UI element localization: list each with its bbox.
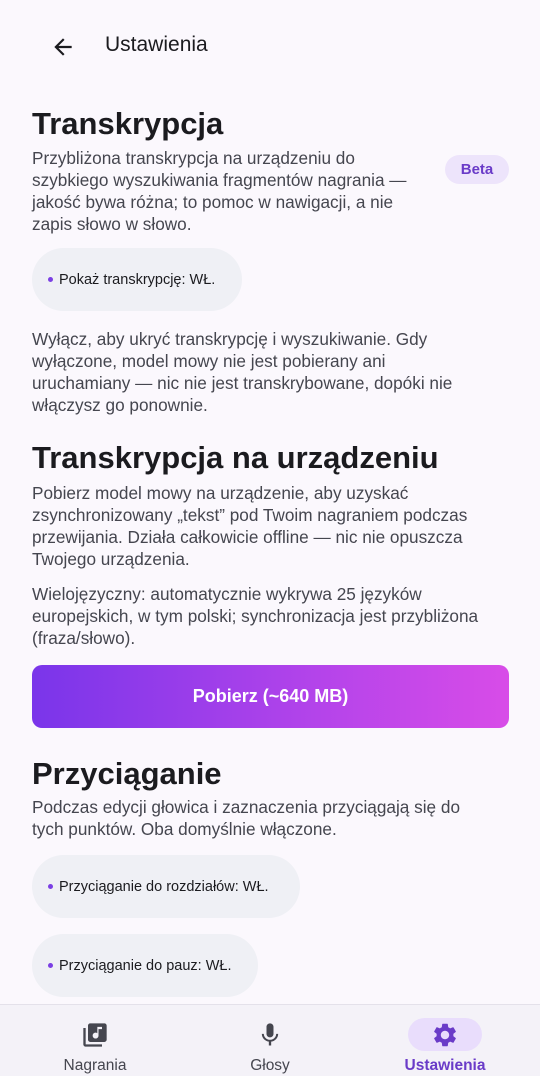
section-title-transcription: Transkrypcja [32, 106, 224, 141]
status-dot [48, 277, 53, 282]
section-title-on-device: Transkrypcja na urządzeniu [32, 440, 439, 475]
download-model-button[interactable]: Pobierz (~640 MB) [32, 665, 509, 728]
bottom-navigation: Nagrania Głosy Ustawienia [0, 1004, 540, 1076]
snap-to-pauses-label: Przyciąganie do pauz: WŁ. [59, 957, 232, 974]
snap-to-chapters-label: Przyciąganie do rozdziałów: WŁ. [59, 878, 269, 895]
nav-icon-container [58, 1018, 132, 1051]
status-dot [48, 963, 53, 968]
snapping-description: Podczas edycji głowica i zaznaczenia prz… [32, 797, 461, 839]
nav-label-voices: Głosy [250, 1057, 290, 1074]
nav-item-voices[interactable]: Głosy [197, 1005, 337, 1076]
on-device-model-info: Wielojęzyczny: automatycznie wykrywa 25 … [32, 584, 479, 648]
back-button[interactable] [38, 24, 88, 70]
arrow-back-icon [54, 38, 72, 56]
beta-badge: Beta [445, 155, 509, 184]
transcription-description: Przybliżona transkrypcja na urządzeniu d… [32, 148, 407, 234]
nav-label-settings: Ustawienia [404, 1057, 486, 1074]
snap-to-chapters-toggle[interactable]: Przyciąganie do rozdziałów: WŁ. [32, 855, 300, 918]
on-device-description: Pobierz model mowy na urządzenie, aby uz… [32, 483, 468, 569]
nav-icon-container [233, 1018, 307, 1051]
show-transcript-toggle[interactable]: Pokaż transkrypcję: WŁ. [32, 248, 242, 311]
music-library-icon [83, 1022, 107, 1047]
nav-item-settings[interactable]: Ustawienia [372, 1005, 512, 1076]
transcription-toggle-note: Wyłącz, aby ukryć transkrypcję i wyszuki… [32, 329, 453, 415]
status-dot [48, 884, 53, 889]
microphone-icon [261, 1022, 279, 1045]
top-app-bar: Ustawienia [0, 0, 540, 94]
page-title: Ustawienia [105, 33, 208, 56]
gear-icon [434, 1023, 456, 1046]
section-title-snapping: Przyciąganie [32, 756, 222, 791]
nav-icon-container [408, 1018, 482, 1051]
nav-label-recordings: Nagrania [63, 1057, 127, 1074]
show-transcript-label: Pokaż transkrypcję: WŁ. [59, 271, 216, 288]
nav-item-recordings[interactable]: Nagrania [22, 1005, 162, 1076]
snap-to-pauses-toggle[interactable]: Przyciąganie do pauz: WŁ. [32, 934, 258, 997]
